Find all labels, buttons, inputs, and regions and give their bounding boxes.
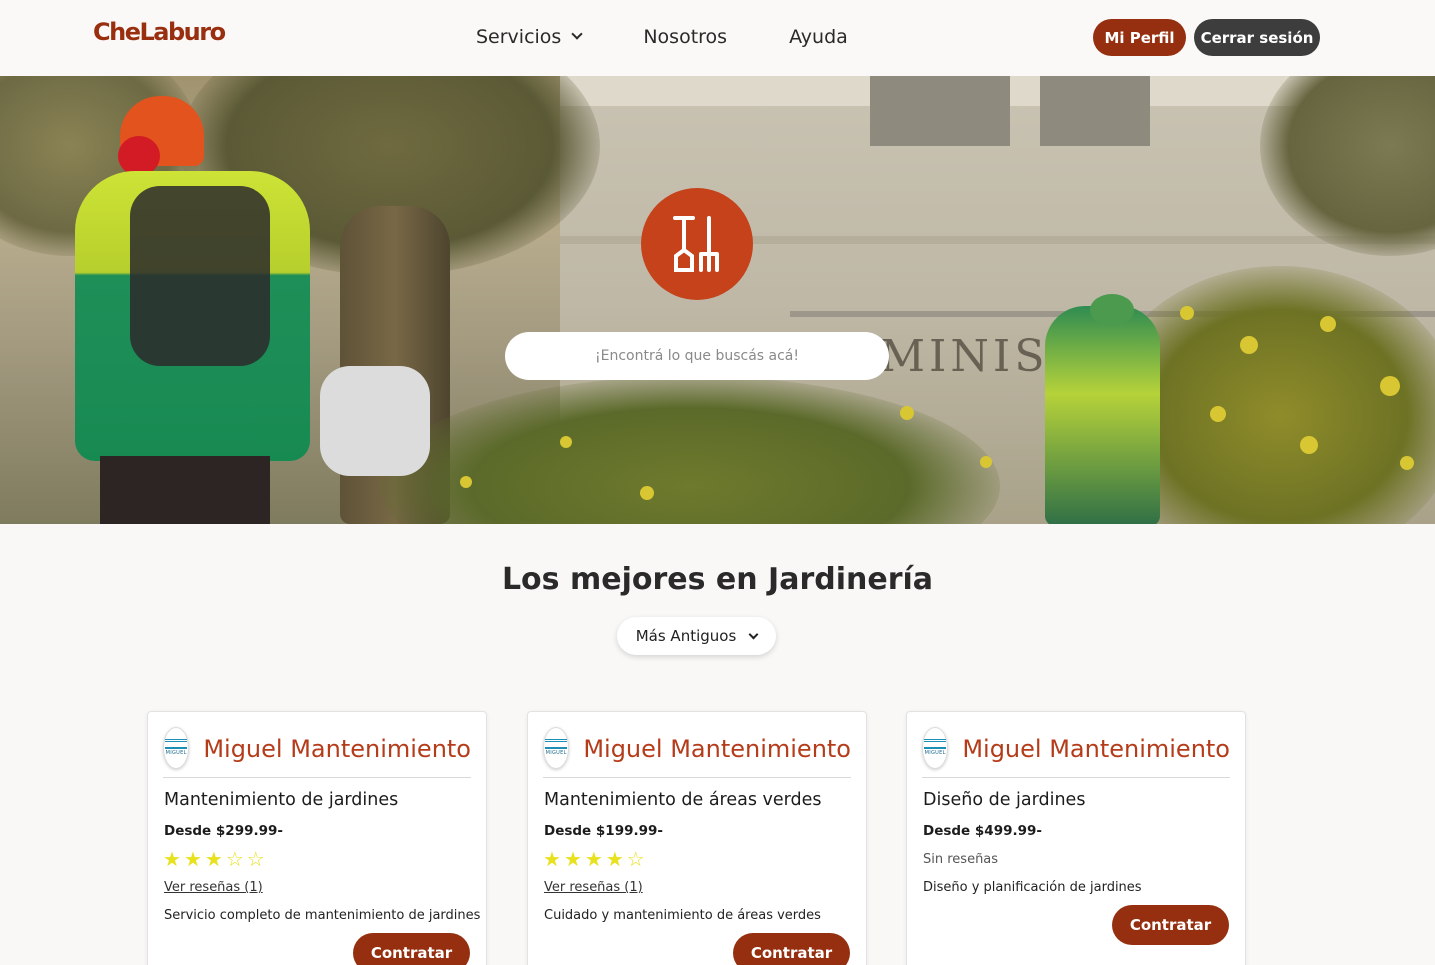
nav-item-servicios[interactable]: Servicios bbox=[476, 26, 584, 48]
main-nav: Servicios Nosotros Ayuda bbox=[476, 26, 848, 48]
profile-button[interactable]: Mi Perfil bbox=[1093, 19, 1186, 56]
provider-name[interactable]: Miguel Mantenimiento bbox=[583, 735, 851, 763]
nav-item-label: Nosotros bbox=[643, 26, 728, 48]
star-filled-icon: ★ bbox=[543, 847, 561, 871]
nav-item-ayuda[interactable]: Ayuda bbox=[789, 26, 848, 48]
logout-button[interactable]: Cerrar sesión bbox=[1194, 19, 1320, 56]
category-icon bbox=[641, 188, 753, 300]
chevron-down-icon bbox=[571, 28, 584, 40]
star-filled-icon: ★ bbox=[183, 847, 202, 871]
star-empty-icon: ☆ bbox=[246, 847, 265, 871]
star-filled-icon: ★ bbox=[584, 847, 603, 871]
service-price: Desde $199.99- bbox=[544, 823, 664, 839]
provider-avatar[interactable]: MIGUEL bbox=[163, 726, 190, 769]
hero-banner: MINIST C bbox=[0, 76, 1435, 524]
garden-tools-icon bbox=[673, 216, 719, 272]
sort-selected-value: Más Antiguos bbox=[635, 627, 737, 645]
star-filled-icon: ★ bbox=[605, 847, 624, 871]
rating-stars: ★ ★ ★ ☆ ☆ bbox=[163, 848, 268, 870]
reviews-link[interactable]: Ver reseñas (1) bbox=[164, 880, 263, 895]
star-empty-icon: ☆ bbox=[626, 847, 645, 871]
navbar: CheLaburo Servicios Nosotros Ayuda Mi Pe… bbox=[0, 0, 1435, 76]
service-card: MIGUEL Miguel Mantenimiento Diseño de ja… bbox=[906, 711, 1246, 965]
provider-avatar[interactable]: MIGUEL bbox=[922, 726, 949, 769]
service-title: Mantenimiento de áreas verdes bbox=[544, 790, 822, 810]
sort-select[interactable]: Más Antiguos bbox=[617, 617, 776, 655]
rating-stars: ★ ★ ★ ★ ☆ bbox=[543, 848, 648, 870]
service-card: MIGUEL Miguel Mantenimiento Mantenimient… bbox=[527, 711, 867, 965]
hire-button[interactable]: Contratar bbox=[353, 933, 470, 965]
nav-item-nosotros[interactable]: Nosotros bbox=[643, 26, 727, 48]
service-description: Servicio completo de mantenimiento de ja… bbox=[164, 908, 481, 923]
reviews-link[interactable]: Ver reseñas (1) bbox=[544, 880, 643, 895]
service-price: Desde $299.99- bbox=[164, 823, 284, 839]
hire-button[interactable]: Contratar bbox=[733, 933, 850, 965]
provider-name[interactable]: Miguel Mantenimiento bbox=[203, 735, 471, 763]
service-title: Diseño de jardines bbox=[923, 790, 1086, 810]
service-card: MIGUEL Miguel Mantenimiento Mantenimient… bbox=[147, 711, 487, 965]
star-empty-icon: ☆ bbox=[225, 847, 244, 871]
chevron-down-icon bbox=[748, 629, 759, 639]
provider-logo-mark bbox=[165, 739, 188, 749]
service-description: Cuidado y mantenimiento de áreas verdes bbox=[544, 908, 821, 923]
section-title: Los mejores en Jardinería bbox=[501, 562, 934, 597]
provider-avatar[interactable]: MIGUEL bbox=[543, 726, 570, 769]
card-header: MIGUEL Miguel Mantenimiento bbox=[163, 726, 471, 778]
search-input[interactable] bbox=[505, 332, 889, 380]
nav-item-label: Ayuda bbox=[789, 26, 848, 48]
no-reviews-label: Sin reseñas bbox=[923, 852, 999, 867]
service-description: Diseño y planificación de jardines bbox=[923, 880, 1142, 895]
card-header: MIGUEL Miguel Mantenimiento bbox=[543, 726, 851, 778]
provider-logo-mark bbox=[545, 739, 568, 749]
brand-logo[interactable]: CheLaburo bbox=[93, 18, 226, 46]
service-price: Desde $499.99- bbox=[923, 823, 1043, 839]
star-filled-icon: ★ bbox=[163, 847, 181, 871]
star-filled-icon: ★ bbox=[563, 847, 582, 871]
provider-name[interactable]: Miguel Mantenimiento bbox=[962, 735, 1230, 763]
star-filled-icon: ★ bbox=[204, 847, 223, 871]
card-header: MIGUEL Miguel Mantenimiento bbox=[922, 726, 1230, 778]
service-title: Mantenimiento de jardines bbox=[164, 790, 399, 810]
provider-logo-mark bbox=[924, 739, 947, 749]
nav-item-label: Servicios bbox=[476, 26, 562, 48]
hire-button[interactable]: Contratar bbox=[1112, 905, 1229, 945]
